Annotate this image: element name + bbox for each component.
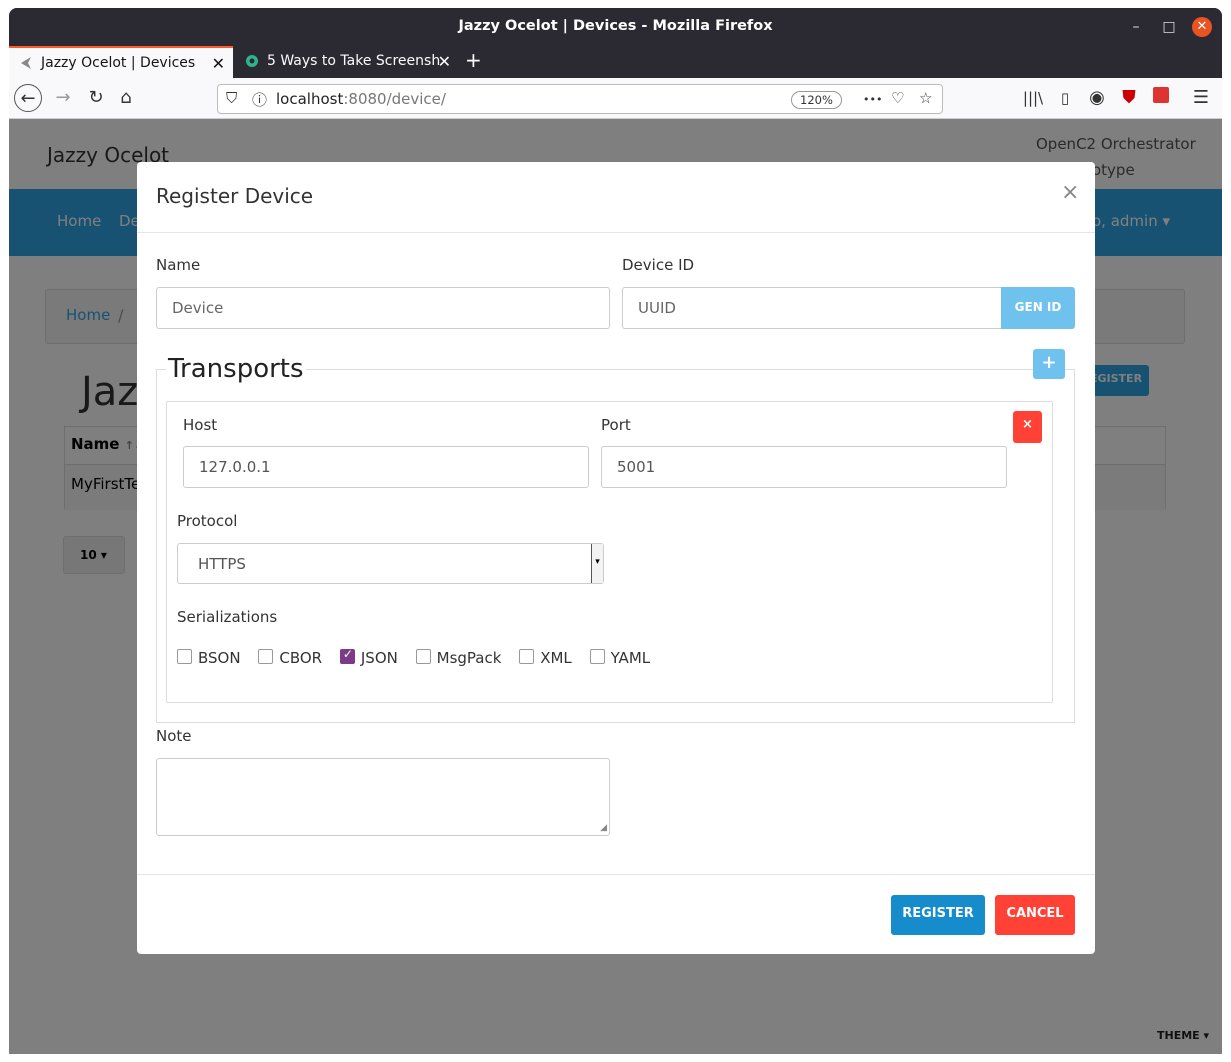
web-page: Jazzy Ocelot OpenC2 Orchestrator otype H… bbox=[9, 119, 1222, 1054]
modal-footer: REGISTER CANCEL bbox=[137, 874, 1095, 954]
name-label: Name bbox=[156, 256, 201, 274]
tab-label: 5 Ways to Take Screensh bbox=[267, 53, 441, 69]
remove-transport-button[interactable]: × bbox=[1013, 411, 1042, 443]
protocol-selected-value: HTTPS bbox=[198, 555, 246, 573]
maximize-button[interactable]: □ bbox=[1159, 17, 1179, 37]
shield-icon[interactable]: ⛉ bbox=[226, 89, 237, 107]
protocol-select[interactable]: HTTPS ▾ bbox=[177, 543, 604, 584]
zoom-level[interactable]: 120% bbox=[791, 91, 842, 109]
host-input[interactable]: 127.0.0.1 bbox=[183, 446, 589, 488]
back-arrow-icon[interactable]: ← bbox=[14, 84, 42, 112]
page-actions-icon[interactable]: ••• bbox=[863, 93, 882, 106]
add-transport-button[interactable]: + bbox=[1033, 349, 1065, 379]
gear-favicon-icon bbox=[246, 55, 258, 67]
url-text[interactable]: localhost:8080/device/ bbox=[276, 90, 446, 108]
tab-devices[interactable]: Jazzy Ocelot | Devices ✕ bbox=[9, 46, 233, 78]
note-label: Note bbox=[156, 727, 192, 745]
menu-icon[interactable]: ☰ bbox=[1187, 84, 1215, 112]
tab-bar: Jazzy Ocelot | Devices ✕ 5 Ways to Take … bbox=[9, 46, 1222, 78]
checkbox-bson[interactable]: BSON bbox=[177, 649, 241, 667]
resize-grip-icon[interactable]: ◢ bbox=[600, 823, 607, 833]
host-label: Host bbox=[183, 416, 218, 434]
gen-id-button[interactable]: GEN ID bbox=[1001, 287, 1075, 329]
serializations-label: Serializations bbox=[177, 608, 278, 626]
name-input[interactable]: Device bbox=[156, 287, 610, 329]
device-id-label: Device ID bbox=[622, 256, 695, 274]
modal-close-icon[interactable]: × bbox=[1061, 180, 1079, 205]
checkbox-json[interactable]: JSON bbox=[339, 647, 398, 667]
transports-legend: Transports bbox=[166, 354, 306, 384]
site-favicon-icon bbox=[21, 57, 31, 69]
pocket-icon[interactable]: ♡ bbox=[891, 89, 904, 107]
forward-arrow-icon[interactable]: → bbox=[49, 84, 77, 112]
ublock-icon[interactable]: ⛊ bbox=[1115, 84, 1143, 112]
account-icon[interactable]: ◉ bbox=[1083, 84, 1111, 112]
device-id-input[interactable]: UUID bbox=[622, 287, 1002, 329]
tab-screenshots[interactable]: 5 Ways to Take Screensh ✕ bbox=[235, 46, 459, 78]
library-icon[interactable]: |||\ bbox=[1019, 84, 1047, 112]
checkbox-cbor[interactable]: CBOR bbox=[258, 649, 322, 667]
new-tab-button[interactable]: + bbox=[465, 48, 482, 72]
title-bar: Jazzy Ocelot | Devices - Mozilla Firefox… bbox=[9, 8, 1222, 46]
port-label: Port bbox=[601, 416, 631, 434]
modal-header: Register Device × bbox=[137, 162, 1095, 233]
minimize-button[interactable]: – bbox=[1126, 17, 1146, 37]
tab-label: Jazzy Ocelot | Devices bbox=[41, 55, 196, 71]
serializations-group: BSON CBOR JSON MsgPack XML YAML bbox=[177, 647, 663, 667]
dropdown-arrow-icon: ▾ bbox=[591, 544, 603, 583]
register-device-modal: Register Device × Name Device Device ID … bbox=[137, 162, 1095, 954]
window-title: Jazzy Ocelot | Devices - Mozilla Firefox bbox=[458, 18, 773, 34]
theme-dropdown[interactable]: THEME ▾ bbox=[1157, 1029, 1209, 1042]
navigation-toolbar: ← → ↻ ⌂ ⛉ ⓘ localhost:8080/device/ 120% … bbox=[9, 78, 1222, 119]
close-window-button[interactable]: ✕ bbox=[1192, 17, 1212, 37]
checkbox-xml[interactable]: XML bbox=[519, 649, 572, 667]
port-input[interactable]: 5001 bbox=[601, 446, 1007, 488]
browser-window: Jazzy Ocelot | Devices - Mozilla Firefox… bbox=[9, 8, 1222, 1054]
modal-title: Register Device bbox=[156, 184, 314, 208]
home-icon[interactable]: ⌂ bbox=[112, 84, 140, 112]
extension-icon[interactable] bbox=[1147, 84, 1175, 112]
reload-icon[interactable]: ↻ bbox=[82, 84, 110, 112]
close-tab-icon[interactable]: ✕ bbox=[438, 46, 451, 77]
checkbox-yaml[interactable]: YAML bbox=[589, 649, 650, 667]
checkbox-msgpack[interactable]: MsgPack bbox=[415, 649, 501, 667]
note-textarea[interactable]: ◢ bbox=[156, 758, 610, 836]
cancel-button[interactable]: CANCEL bbox=[995, 895, 1075, 935]
close-tab-icon[interactable]: ✕ bbox=[212, 48, 225, 79]
sidebar-icon[interactable]: ▯ bbox=[1051, 84, 1079, 112]
protocol-label: Protocol bbox=[177, 512, 238, 530]
register-button[interactable]: REGISTER bbox=[891, 895, 985, 935]
url-bar[interactable]: ⛉ ⓘ localhost:8080/device/ 120% ••• ♡ ☆ bbox=[217, 84, 943, 114]
info-icon[interactable]: ⓘ bbox=[252, 89, 267, 110]
bookmark-star-icon[interactable]: ☆ bbox=[919, 89, 932, 107]
